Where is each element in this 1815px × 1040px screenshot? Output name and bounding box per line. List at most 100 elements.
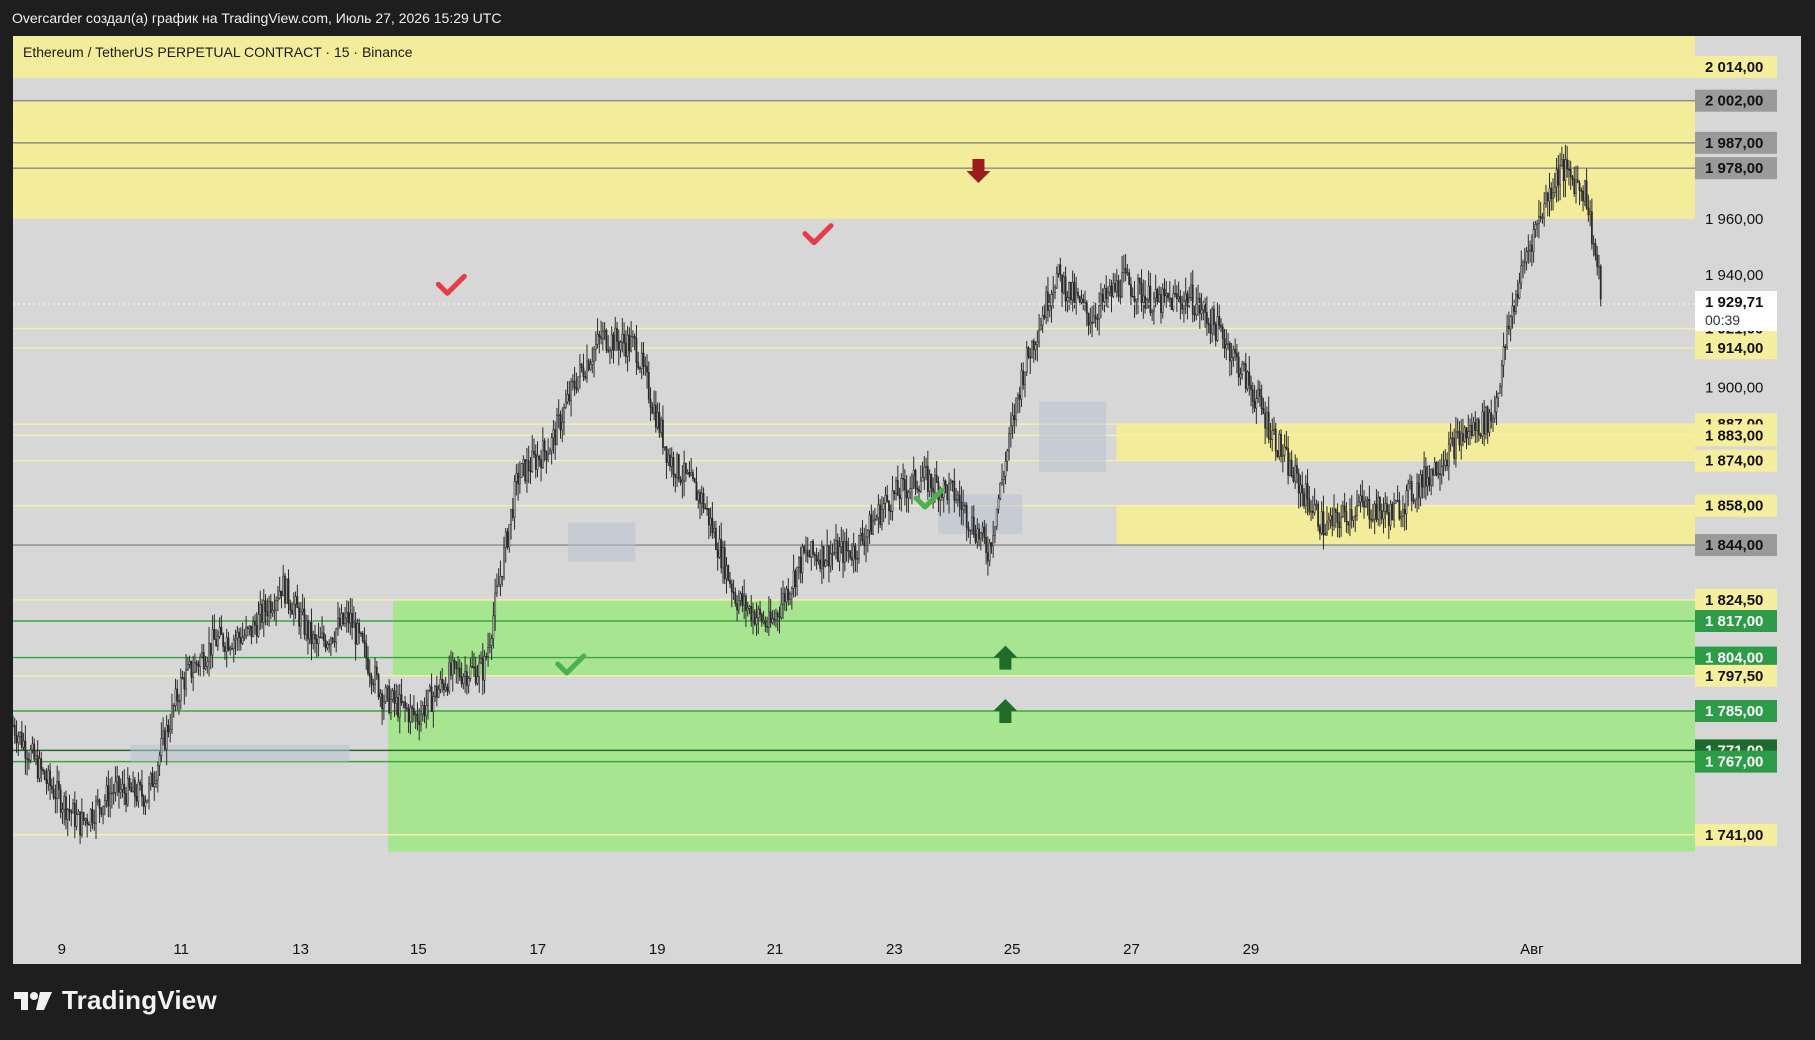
candle-body [1338,522,1341,529]
candle-body [215,639,218,647]
candle-body [1287,447,1290,476]
candle-body [171,705,173,730]
candle-body [395,696,398,704]
candle-body [1347,521,1350,526]
candle-body [1271,430,1274,440]
candle-body [68,809,71,812]
candle-body [66,809,69,820]
time-axis-tick: 29 [1243,941,1260,958]
candle-body [79,811,82,836]
candle-body [1213,308,1215,326]
candle-body [224,646,226,652]
candle-body [1250,385,1252,391]
candle-body [884,494,887,504]
candle-body [33,743,36,760]
candle-body [667,454,670,463]
candle-body [149,773,152,785]
candle-body [1553,186,1556,194]
candle-body [1578,182,1581,191]
candle-body [1262,408,1265,414]
candle-body [1236,352,1238,358]
price-label: 1 874,00 [1705,453,1763,470]
candle-body [331,637,334,642]
candle-body [103,800,106,807]
candle-body [674,474,677,478]
candle-body [344,617,346,625]
candle-body [1350,509,1353,521]
candle-body [1552,192,1554,199]
candle-body [642,352,645,366]
candle-body [208,642,210,663]
candle-body [1064,276,1067,302]
candle-body [356,622,359,645]
candle-body [63,796,66,810]
chart-canvas[interactable]: 1 960,00 1 940,00 1 900,00 2 014,00 2 002,00… [13,36,1801,964]
candle-body [1183,299,1185,310]
candle-body [1121,272,1124,298]
candle-body [1500,364,1503,387]
candle-body [545,451,548,461]
candle-body [349,612,352,624]
candle-body [799,556,802,574]
candle-body [508,524,511,548]
candle-body [566,393,569,403]
candle-body [382,701,385,710]
candle-body [1493,411,1496,419]
candle-body [411,706,414,709]
candle-body [38,758,41,779]
candle-body [1363,501,1365,508]
candle-body [73,802,76,827]
candle-body [351,612,353,628]
candle-body [563,407,565,423]
candle-body [285,578,288,604]
candle-body [999,482,1002,499]
candle-body [600,336,603,340]
candle-body [197,664,200,667]
candle-body [1055,273,1058,289]
candle-body [976,528,979,543]
tradingview-brand[interactable]: TradingView [14,985,217,1016]
candle-body [886,494,889,502]
candle-body [518,477,521,485]
candle-body [15,734,18,744]
candle-body [1008,433,1010,452]
candle-body [1209,324,1212,334]
candle-body [340,612,343,627]
candle-body [909,488,912,493]
candle-body [252,621,255,638]
candle-body [1336,512,1339,523]
candle-body [1539,215,1542,219]
candle-body [450,662,452,676]
candle-body [204,666,207,669]
candle-body [859,533,862,536]
candle-body [644,365,647,367]
candle-body [686,472,689,474]
candle-body [773,618,776,620]
candle-body [338,617,341,627]
candle-body [1396,500,1399,502]
candle-body [1366,499,1369,502]
candle-body [1529,244,1531,251]
candle-body [1507,325,1510,330]
candle-body [264,600,267,613]
candle-body [1511,305,1514,317]
candle-body [1122,268,1125,273]
candle-body [487,647,489,657]
candle-body [1400,516,1403,520]
candle-body [573,380,576,388]
range-box [1039,401,1107,472]
candle-body [19,732,21,737]
candle-body [522,459,525,464]
candle-body [1296,465,1298,474]
candle-body [582,367,585,377]
candle-body [296,596,299,609]
candle-body [1052,292,1055,295]
candle-body [1341,505,1344,518]
candle-body [137,782,140,802]
price-label: 1 785,00 [1705,703,1763,720]
candle-body [1188,297,1191,307]
candle-body [118,776,120,793]
candle-body [312,634,315,644]
chart-frame[interactable]: 1 960,00 1 940,00 1 900,00 2 014,00 2 002,00… [13,36,1801,964]
candle-body [1170,297,1173,311]
